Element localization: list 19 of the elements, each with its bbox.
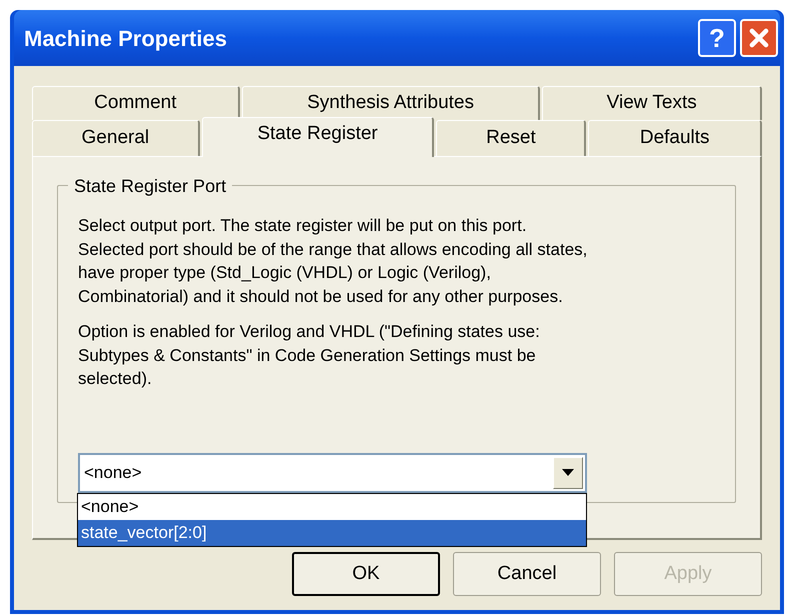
help-button[interactable]: ? — [698, 19, 736, 57]
dialog-button[interactable]: OK — [292, 552, 440, 596]
tab[interactable]: Defaults — [588, 120, 762, 156]
tab[interactable]: View Texts — [542, 86, 762, 120]
tab[interactable]: General — [32, 120, 200, 156]
tab[interactable]: Comment — [32, 86, 240, 120]
close-button[interactable] — [740, 19, 778, 57]
tab[interactable]: Synthesis Attributes — [242, 86, 540, 120]
tab[interactable]: State Register — [202, 117, 434, 157]
dropdown-option[interactable]: state_vector[2:0] — [78, 520, 586, 546]
dropdown-button[interactable] — [553, 456, 583, 488]
description-text: Option is enabled for Verilog and VHDL ("Defining states use: Subtypes & Constants" in Code Generation Settings must be selected). — [78, 321, 541, 390]
port-combo-box[interactable]: <none> — [78, 452, 587, 492]
caret-icon — [562, 469, 574, 476]
combo-value: <none> — [84, 462, 143, 484]
dialog-button[interactable]: Cancel — [453, 552, 601, 596]
tab[interactable]: Reset — [436, 120, 586, 156]
window-title: Machine Properties — [24, 24, 228, 53]
description-text: Select output port. The state register will be put on this port. Selected port should be of the range that allows encoding all states, have proper type (Std_Logic (VHDL) or Logic (Verilog), Combinatorial) and it should not be used for any other purposes. — [78, 215, 588, 308]
